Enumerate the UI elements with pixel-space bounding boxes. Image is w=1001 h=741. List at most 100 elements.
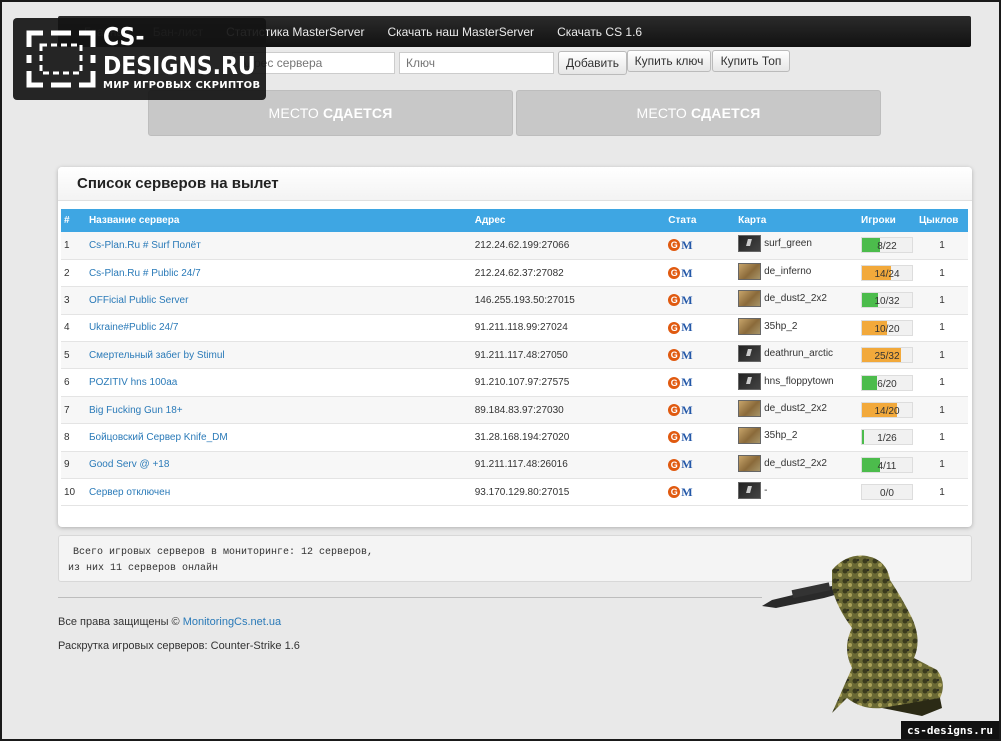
- map-thumbnail: [738, 482, 762, 500]
- monitor-icon: M: [681, 265, 693, 280]
- ad-banner-2[interactable]: МЕСТО СДАЕТСЯ: [516, 90, 881, 136]
- server-stats-cell: GM: [665, 314, 735, 341]
- table-row: 4 Ukraine#Public 24/7 91.211.118.99:27024 G…: [61, 314, 968, 342]
- stats-icon[interactable]: GM: [668, 238, 693, 252]
- server-number: 7: [64, 404, 70, 416]
- stats-icon[interactable]: GM: [668, 429, 693, 444]
- gametracker-icon: G: [668, 267, 681, 280]
- map-thumbnail: [738, 400, 762, 418]
- map-name: hns_floppytown: [764, 375, 834, 387]
- players-cell: 10/32: [858, 287, 916, 314]
- server-address: 91.211.117.48:26016: [474, 459, 568, 471]
- map-name: de_dust2_2x2: [764, 293, 827, 305]
- server-address: 91.211.118.99:27024: [474, 322, 568, 334]
- server-number: 6: [64, 377, 70, 389]
- server-name-link[interactable]: POZITIV hns 100aa: [86, 369, 472, 396]
- map-name: -: [764, 485, 768, 497]
- server-stats-cell: GM: [665, 342, 735, 369]
- map-name: deathrun_arctic: [764, 348, 834, 360]
- monitor-icon: M: [681, 402, 693, 417]
- server-name-link[interactable]: Cs-Plan.Ru # Public 24/7: [86, 259, 472, 286]
- players-progress-bar: 6/20: [861, 374, 913, 391]
- buy-top-button[interactable]: Купить Топ: [712, 50, 790, 72]
- server-number: 8: [64, 431, 70, 443]
- monitor-icon: M: [681, 320, 693, 335]
- server-number: 4: [64, 322, 70, 334]
- players-count: 10/32: [874, 296, 900, 308]
- server-name-link[interactable]: Смертельный забег by Stimul: [86, 342, 472, 369]
- players-progress-bar: 14/20: [861, 402, 913, 419]
- players-progress-bar: 4/11: [861, 456, 913, 473]
- server-address: 89.184.83.97:27030: [474, 404, 564, 416]
- table-row: 3 OFFicial Public Server 146.255.193.50:27…: [61, 286, 968, 315]
- cs-designs-logo: CS-DESIGNS.RU МИР ИГРОВЫХ СКРИПТОВ: [13, 18, 266, 100]
- banner-text-bold: СДАЕТСЯ: [690, 105, 761, 121]
- players-cell: 10/20: [858, 314, 916, 341]
- players-progress-bar: 14/24: [861, 265, 913, 282]
- players-cell: 0/0: [858, 479, 916, 506]
- server-map-cell: de_dust2_2x2: [735, 287, 858, 314]
- players-count: 1/26: [877, 433, 897, 445]
- footer-divider: [58, 597, 762, 598]
- nav-link-3[interactable]: Скачать наш MasterServer: [387, 25, 534, 39]
- players-count: 25/32: [874, 351, 900, 363]
- stats-icon[interactable]: GM: [668, 265, 693, 280]
- monitor-icon: M: [681, 375, 693, 390]
- monitor-icon: M: [681, 484, 693, 499]
- panel-title: Список серверов на вылет: [58, 167, 972, 201]
- server-address: 212.24.62.199:27066: [474, 239, 570, 251]
- nav-link-4[interactable]: Скачать CS 1.6: [557, 25, 642, 39]
- players-count: 14/20: [874, 406, 900, 418]
- server-address: 31.28.168.194:27020: [474, 431, 570, 443]
- server-stats-cell: GM: [665, 232, 735, 259]
- players-cell: 8/22: [858, 232, 916, 259]
- stats-icon[interactable]: GM: [668, 484, 693, 499]
- stats-icon[interactable]: GM: [668, 320, 693, 335]
- stats-icon[interactable]: GM: [668, 402, 693, 417]
- banner-text-bold: СДАЕТСЯ: [322, 105, 393, 121]
- monitor-icon: M: [681, 429, 693, 444]
- server-number: 3: [64, 294, 70, 306]
- key-input[interactable]: [399, 52, 554, 74]
- server-name-link[interactable]: Бойцовский Сервер Knife_DM: [86, 424, 472, 451]
- table-row: 6 POZITIV hns 100aa 91.210.107.97:27575 G M h…: [61, 368, 968, 397]
- gametracker-icon: G: [668, 431, 681, 444]
- players-count: 0/0: [880, 488, 894, 500]
- stats-icon[interactable]: GM: [668, 457, 693, 472]
- logo-frame-icon: [25, 29, 97, 89]
- monitoring-site-link[interactable]: MonitoringCs.net.ua: [183, 616, 281, 628]
- players-cell: 1/26: [858, 424, 916, 451]
- server-name-link[interactable]: OFFicial Public Server: [86, 287, 472, 314]
- buy-key-button[interactable]: Купить ключ: [627, 50, 711, 72]
- gametracker-icon: G: [668, 321, 681, 334]
- sniper-soldier-image: [762, 555, 943, 716]
- server-address: 91.210.107.97:27575: [474, 377, 570, 389]
- server-number: 2: [64, 267, 70, 279]
- server-map-cell: deathrun_arctic: [735, 342, 858, 369]
- cycles-count: 1: [939, 486, 945, 498]
- server-map-cell: 35hp_2: [735, 424, 858, 451]
- players-cell: 14/24: [858, 259, 916, 286]
- col-server-name: Название сервера: [88, 215, 180, 226]
- stats-icon[interactable]: GM: [668, 375, 693, 390]
- server-map-cell: de_dust2_2x2: [735, 396, 858, 423]
- map-thumbnail: [738, 345, 762, 363]
- server-name-link[interactable]: Big Fucking Gun 18+: [86, 396, 472, 423]
- server-name-link[interactable]: Good Serv @ +18: [86, 451, 472, 478]
- map-name: surf_green: [764, 238, 812, 250]
- server-name-link[interactable]: Ukraine#Public 24/7: [86, 314, 472, 341]
- stats-icon[interactable]: GM: [668, 348, 693, 362]
- server-name-link[interactable]: Сервер отключен: [86, 479, 472, 506]
- col-number: #: [64, 215, 70, 226]
- server-number: 1: [64, 239, 70, 251]
- copyright-text: Все права защищены ©: [58, 616, 183, 628]
- gametracker-icon: G: [668, 458, 681, 471]
- logo-title: CS-DESIGNS.RU: [103, 23, 256, 81]
- table-row: 9 Good Serv @ +18 91.211.117.48:26016 G Mde_…: [61, 451, 968, 479]
- map-thumbnail: [738, 263, 762, 281]
- table-row: 8 Бойцовский Сервер Knife_DM 31.28.168.194…: [61, 423, 968, 452]
- stats-icon[interactable]: GM: [668, 293, 693, 307]
- server-name-link[interactable]: Cs-Plan.Ru # Surf Полёт: [86, 232, 472, 259]
- map-thumbnail: [738, 427, 762, 445]
- add-server-button[interactable]: Добавить: [558, 51, 627, 75]
